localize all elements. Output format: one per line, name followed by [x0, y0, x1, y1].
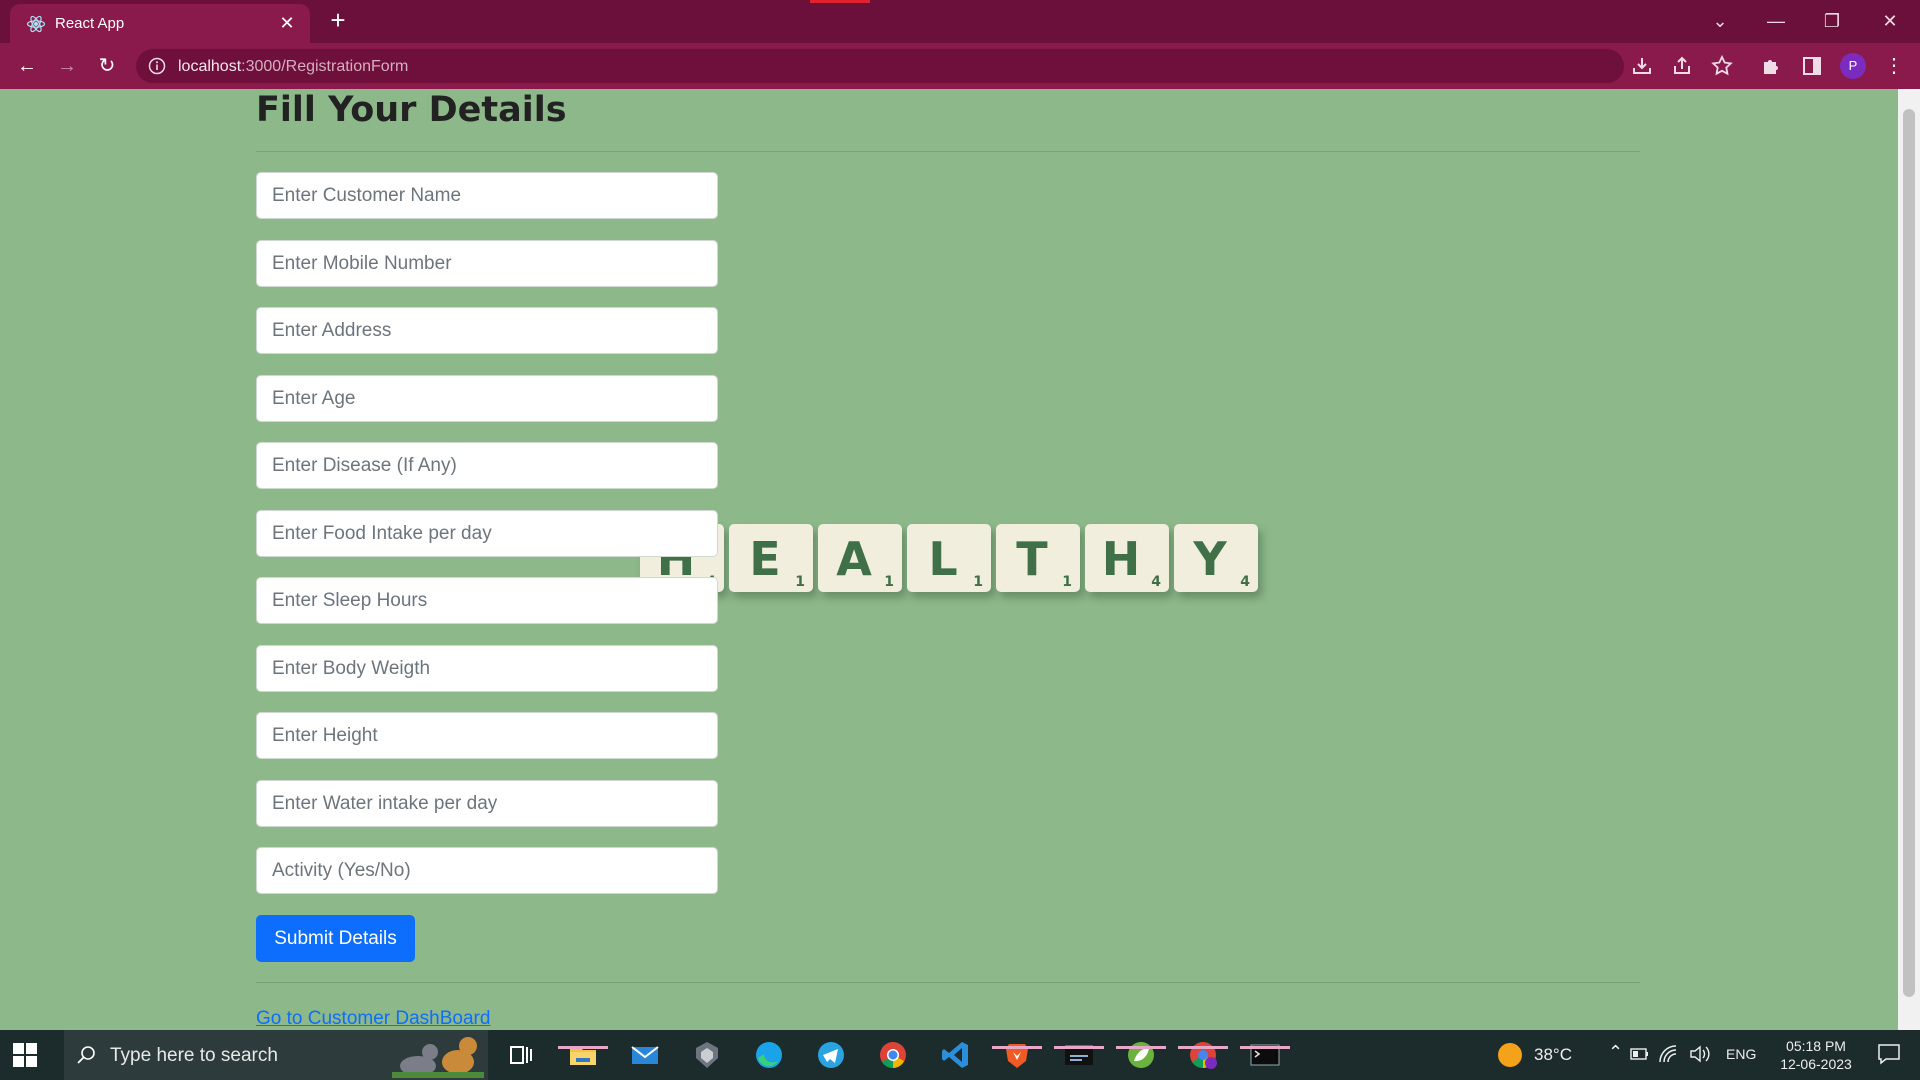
temperature[interactable]: 38°C — [1534, 1045, 1572, 1065]
letter-tile: L1 — [907, 524, 991, 592]
tile-points: 1 — [973, 574, 983, 590]
volume-icon[interactable] — [1688, 1044, 1710, 1064]
running-indicator — [992, 1046, 1042, 1049]
address-input[interactable] — [256, 307, 718, 354]
language-indicator[interactable]: ENG — [1726, 1046, 1756, 1062]
running-indicator — [1178, 1046, 1228, 1049]
browser-tab-strip: React App ✕ + ⌄ — ❐ ✕ — [0, 0, 1920, 43]
task-view-icon[interactable] — [503, 1038, 537, 1072]
letter-tile: Y4 — [1174, 524, 1258, 592]
disease-input[interactable] — [256, 442, 718, 489]
telegram-icon[interactable] — [814, 1038, 848, 1072]
vscode-icon[interactable] — [938, 1038, 972, 1072]
browser-toolbar: ← → ↻ localhost:3000/RegistrationForm P … — [0, 43, 1920, 89]
running-indicator — [1054, 1046, 1104, 1049]
tab-title: React App — [55, 15, 125, 32]
file-explorer-icon[interactable] — [566, 1038, 600, 1072]
letter-tile: A1 — [818, 524, 902, 592]
windows-start-icon[interactable] — [12, 1042, 38, 1068]
chrome-profile-icon[interactable] — [1186, 1038, 1220, 1072]
app-shield-icon[interactable] — [690, 1038, 724, 1072]
letter-tile: H4 — [1085, 524, 1169, 592]
window-close-icon[interactable]: ✕ — [1870, 6, 1910, 36]
height-input[interactable] — [256, 712, 718, 759]
running-indicator — [1116, 1046, 1166, 1049]
submit-details-button[interactable]: Submit Details — [256, 915, 415, 962]
healthy-tiles-image: H4E1A1L1T1H4Y4 — [640, 524, 1260, 610]
wifi-icon[interactable] — [1658, 1044, 1680, 1064]
tile-letter: T — [1016, 532, 1048, 586]
clock-time: 05:18 PM — [1786, 1038, 1846, 1054]
terminal-icon[interactable] — [1248, 1038, 1282, 1072]
mobile-number-input[interactable] — [256, 240, 718, 287]
clock[interactable]: 05:18 PM 12-06-2023 — [1776, 1037, 1856, 1073]
taskbar-search[interactable]: Type here to search — [64, 1030, 488, 1080]
page-scrollbar[interactable] — [1898, 89, 1920, 1030]
side-panel-icon[interactable] — [1800, 54, 1824, 78]
letter-tile: T1 — [996, 524, 1080, 592]
tab-search-chevron-icon[interactable]: ⌄ — [1700, 6, 1740, 36]
tile-letter: A — [836, 532, 872, 586]
divider — [256, 982, 1640, 983]
divider — [256, 151, 1640, 152]
spring-icon[interactable] — [1124, 1038, 1158, 1072]
customer-dashboard-link[interactable]: Go to Customer DashBoard — [256, 1008, 490, 1030]
running-indicator — [558, 1046, 608, 1049]
loading-indicator — [810, 0, 870, 3]
edge-icon[interactable] — [752, 1038, 786, 1072]
site-info-icon[interactable] — [148, 57, 166, 75]
system-tray: 38°C ⌃ ENG 05:18 PM 12-06-2023 — [1490, 1030, 1920, 1080]
browser-tab[interactable]: React App ✕ — [10, 4, 310, 43]
window-restore-icon[interactable]: ❐ — [1812, 6, 1852, 36]
back-arrow-icon[interactable]: ← — [13, 52, 41, 80]
customer-name-input[interactable] — [256, 172, 718, 219]
age-input[interactable] — [256, 375, 718, 422]
scrollbar-thumb[interactable] — [1903, 109, 1915, 997]
window-minimize-icon[interactable]: — — [1756, 6, 1796, 36]
tile-letter: H — [1101, 532, 1141, 586]
reload-icon[interactable]: ↻ — [93, 52, 121, 80]
install-download-icon[interactable] — [1630, 54, 1654, 78]
chrome-icon[interactable] — [876, 1038, 910, 1072]
search-highlight-animals-icon — [392, 1037, 484, 1078]
running-indicator — [1240, 1046, 1290, 1049]
bookmark-star-icon[interactable] — [1710, 54, 1734, 78]
new-tab-plus-icon[interactable]: + — [324, 7, 352, 35]
profile-avatar[interactable]: P — [1840, 53, 1866, 79]
tile-points: 1 — [1062, 574, 1072, 590]
search-placeholder: Type here to search — [110, 1045, 278, 1066]
tile-points: 4 — [1240, 574, 1250, 590]
battery-icon[interactable] — [1630, 1047, 1650, 1061]
show-hidden-icons-chevron-icon[interactable]: ⌃ — [1608, 1042, 1623, 1063]
tab-close-icon[interactable]: ✕ — [276, 12, 298, 34]
react-favicon-icon — [26, 15, 46, 33]
brave-icon[interactable] — [1000, 1038, 1034, 1072]
page-title: Fill Your Details — [256, 90, 567, 130]
address-bar[interactable]: localhost:3000/RegistrationForm — [136, 49, 1624, 83]
clock-date: 12-06-2023 — [1780, 1056, 1852, 1072]
mysql-workbench-icon[interactable] — [1062, 1038, 1096, 1072]
browser-menu-kebab-icon[interactable]: ⋮ — [1880, 52, 1908, 80]
extensions-puzzle-icon[interactable] — [1760, 54, 1784, 78]
weather-sun-icon[interactable] — [1498, 1043, 1522, 1067]
search-icon — [77, 1046, 95, 1064]
notification-icon[interactable] — [1876, 1042, 1902, 1066]
url-text: localhost:3000/RegistrationForm — [178, 58, 409, 75]
tile-points: 1 — [795, 574, 805, 590]
tile-letter: E — [749, 532, 781, 586]
body-weight-input[interactable] — [256, 645, 718, 692]
tile-letter: Y — [1193, 532, 1227, 586]
forward-arrow-icon[interactable]: → — [53, 52, 81, 80]
letter-tile: E1 — [729, 524, 813, 592]
tile-points: 4 — [1151, 574, 1161, 590]
mail-icon[interactable] — [628, 1038, 662, 1072]
tile-points: 1 — [884, 574, 894, 590]
food-intake-input[interactable] — [256, 510, 718, 557]
sleep-hours-input[interactable] — [256, 577, 718, 624]
share-icon[interactable] — [1670, 54, 1694, 78]
water-intake-input[interactable] — [256, 780, 718, 827]
activity-input[interactable] — [256, 847, 718, 894]
tile-letter: L — [928, 532, 958, 586]
